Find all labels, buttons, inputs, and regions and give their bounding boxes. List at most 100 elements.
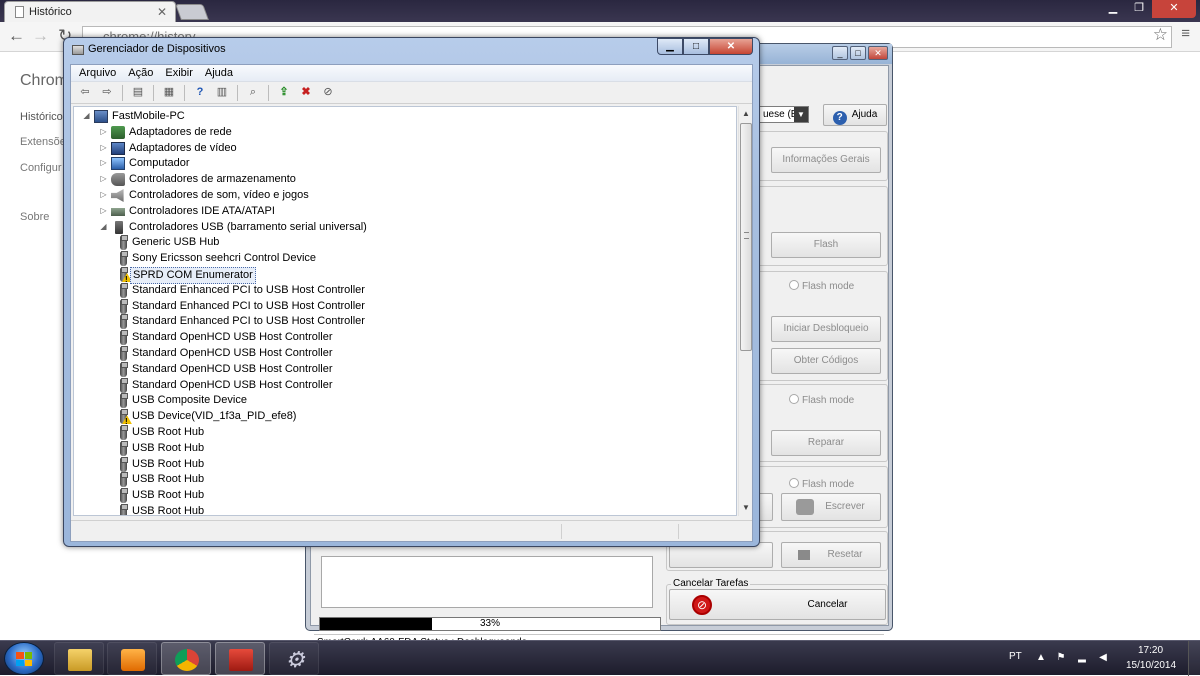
chevron-down-icon[interactable]: ▼: [794, 107, 808, 122]
tree-category[interactable]: ▷ Adaptadores de vídeo: [74, 141, 734, 157]
new-tab-button[interactable]: [175, 4, 209, 20]
back-icon[interactable]: ⇦: [75, 84, 95, 101]
tree-category[interactable]: ◢ Controladores USB (barramento serial un…: [74, 220, 734, 236]
taskbar-toolbox[interactable]: [215, 642, 265, 675]
sidebar-item-configuracoes[interactable]: Configur: [20, 162, 62, 174]
show-desktop-button[interactable]: [1188, 641, 1200, 676]
device-tree[interactable]: ◢ FastMobile-PC ▷ Adaptadores de rede ▷ Adapt…: [73, 106, 737, 516]
resetar-button[interactable]: Resetar: [781, 542, 881, 568]
tree-device[interactable]: USB Root Hub: [74, 425, 734, 441]
tree-device[interactable]: USB Composite Device: [74, 393, 734, 409]
forward-arrow-icon[interactable]: →: [32, 26, 49, 46]
obter-codigos-button[interactable]: Obter Códigos: [771, 348, 881, 374]
menu-ajuda[interactable]: Ajuda: [199, 65, 239, 81]
tree-device[interactable]: USB Root Hub: [74, 456, 734, 473]
sidebar-item-extensoes[interactable]: Extensõe: [20, 136, 66, 148]
tree-category[interactable]: ▷ Computador: [74, 156, 734, 172]
language-select[interactable]: uese (E ▼: [759, 106, 809, 123]
taskbar-chrome[interactable]: [161, 642, 211, 675]
help-icon[interactable]: ?: [190, 84, 210, 101]
menu-icon[interactable]: ≡: [1181, 25, 1190, 42]
flash-mode-radio[interactable]: Flash mode: [789, 280, 854, 292]
flash-mode-radio-3[interactable]: Flash mode: [789, 478, 854, 490]
tree-device[interactable]: Standard OpenHCD USB Host Controller: [74, 330, 734, 346]
forward-icon[interactable]: ⇨: [97, 84, 117, 101]
tree-device[interactable]: Standard Enhanced PCI to USB Host Contro…: [74, 298, 734, 315]
flash-button[interactable]: Flash: [771, 232, 881, 258]
back-arrow-icon[interactable]: ←: [8, 26, 25, 46]
properties-icon[interactable]: ▦: [159, 84, 179, 101]
taskbar-media-player[interactable]: [107, 642, 157, 675]
tree-device[interactable]: Standard OpenHCD USB Host Controller: [74, 346, 734, 362]
clock-time[interactable]: 17:20: [1138, 645, 1163, 656]
tree-device[interactable]: USB Root Hub: [74, 488, 734, 504]
expand-arrow-icon[interactable]: ▷: [99, 126, 108, 138]
tree-device[interactable]: Sony Ericsson seehcri Control Device: [74, 251, 734, 267]
menu-arquivo[interactable]: Arquivo: [73, 65, 122, 81]
maximize-icon[interactable]: □: [850, 46, 866, 60]
sidebar-item-sobre[interactable]: Sobre: [20, 211, 49, 223]
tree-device[interactable]: Generic USB Hub: [74, 235, 734, 251]
start-button[interactable]: [4, 642, 44, 675]
tree-device[interactable]: USB Root Hub: [74, 504, 734, 515]
taskbar-explorer[interactable]: [54, 642, 104, 675]
flash-mode-radio-2[interactable]: Flash mode: [789, 394, 854, 406]
vertical-scrollbar[interactable]: ▲ ▼: [738, 106, 752, 516]
restore-icon[interactable]: ❐: [1126, 0, 1152, 18]
tree-root[interactable]: ◢ FastMobile-PC: [74, 109, 734, 125]
expand-arrow-icon[interactable]: ▷: [99, 142, 108, 154]
tree-device[interactable]: SPRD COM Enumerator: [74, 267, 734, 284]
uninstall-icon[interactable]: ✖: [296, 84, 316, 101]
network-signal-icon[interactable]: ▂: [1076, 652, 1088, 664]
collapse-arrow-icon[interactable]: ◢: [82, 110, 91, 122]
tree-category[interactable]: ▷ Controladores IDE ATA/ATAPI: [74, 204, 734, 220]
scroll-down-icon[interactable]: ▼: [739, 501, 753, 515]
tree-device[interactable]: Standard Enhanced PCI to USB Host Contro…: [74, 314, 734, 330]
tree-category[interactable]: ▷ Controladores de som, vídeo e jogos: [74, 188, 734, 204]
clock-date[interactable]: 15/10/2014: [1126, 660, 1176, 671]
tree-device[interactable]: Standard OpenHCD USB Host Controller: [74, 377, 734, 394]
tree-device[interactable]: Standard OpenHCD USB Host Controller: [74, 361, 734, 378]
log-area[interactable]: [321, 556, 653, 608]
menu-acao[interactable]: Ação: [122, 65, 159, 81]
bookmark-star-icon[interactable]: ☆: [1153, 25, 1168, 45]
tree-device[interactable]: USB Device(VID_1f3a_PID_efe8): [74, 409, 734, 425]
escrever-button[interactable]: Escrever: [781, 493, 881, 521]
scroll-up-icon[interactable]: ▲: [739, 107, 753, 121]
close-icon[interactable]: ✕: [709, 38, 753, 55]
cancelar-button[interactable]: ⊘ Cancelar: [669, 589, 886, 620]
maximize-icon[interactable]: □: [683, 38, 709, 55]
expand-arrow-icon[interactable]: ▷: [99, 189, 108, 201]
minimize-icon[interactable]: ▁: [1100, 0, 1126, 18]
scrollbar-thumb[interactable]: [740, 123, 752, 351]
sidebar-item-historico[interactable]: Histórico: [20, 111, 63, 123]
action-center-flag-icon[interactable]: ⚑: [1055, 652, 1067, 664]
close-icon[interactable]: ✕: [1152, 0, 1196, 18]
tree-device[interactable]: USB Root Hub: [74, 472, 734, 488]
tab-close-icon[interactable]: ✕: [157, 2, 167, 22]
action-pane-icon[interactable]: ▥: [212, 84, 232, 101]
iniciar-desbloqueio-button[interactable]: Iniciar Desbloqueio: [771, 316, 881, 342]
language-indicator[interactable]: PT: [1009, 651, 1022, 662]
update-driver-icon[interactable]: ⇪: [274, 84, 294, 101]
collapse-arrow-icon[interactable]: ◢: [99, 221, 108, 233]
volume-icon[interactable]: ◀: [1097, 652, 1109, 664]
help-button[interactable]: ? Ajuda: [823, 104, 887, 126]
taskbar-settings[interactable]: ⚙: [269, 642, 319, 675]
tree-category[interactable]: ▷ Adaptadores de rede: [74, 125, 734, 141]
reparar-button[interactable]: Reparar: [771, 430, 881, 456]
expand-arrow-icon[interactable]: ▷: [99, 157, 108, 169]
minimize-icon[interactable]: ▁: [657, 38, 683, 55]
scan-hardware-icon[interactable]: ⌕: [243, 84, 263, 101]
expand-arrow-icon[interactable]: ▷: [99, 173, 108, 185]
informacoes-gerais-button[interactable]: Informações Gerais: [771, 147, 881, 173]
expand-arrow-icon[interactable]: ▷: [99, 205, 108, 217]
minimize-icon[interactable]: _: [832, 46, 848, 60]
disable-icon[interactable]: ⊘: [318, 84, 338, 101]
show-hidden-icons-icon[interactable]: ▲: [1035, 652, 1047, 664]
tree-device[interactable]: USB Root Hub: [74, 440, 734, 457]
menu-exibir[interactable]: Exibir: [159, 65, 199, 81]
tree-device[interactable]: Standard Enhanced PCI to USB Host Contro…: [74, 282, 734, 299]
tab-historico[interactable]: Histórico ✕: [4, 1, 176, 22]
close-icon[interactable]: ✕: [868, 46, 888, 60]
